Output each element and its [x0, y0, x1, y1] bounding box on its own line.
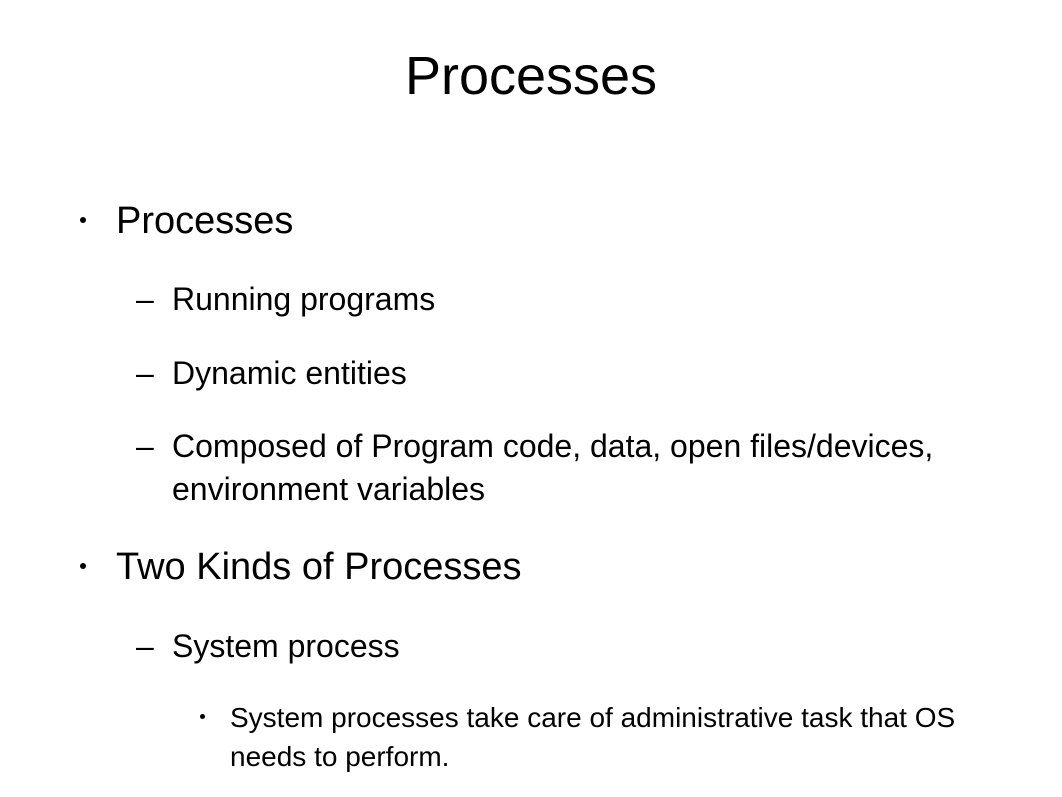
- bullet-level2: System process: [136, 625, 1002, 668]
- sublist: System process System processes take car…: [80, 625, 1002, 777]
- bullet-text: System processes take care of administra…: [230, 702, 955, 772]
- slide-content: Processes Running programs Dynamic entit…: [60, 197, 1002, 776]
- sublist: Running programs Dynamic entities Compos…: [80, 278, 1002, 511]
- bullet-level2: Running programs: [136, 278, 1002, 321]
- bullet-level2: Dynamic entities: [136, 352, 1002, 395]
- bullet-text: Two Kinds of Processes: [116, 546, 522, 588]
- bullet-level1: Processes: [80, 197, 1002, 246]
- bullet-text: Running programs: [172, 281, 435, 317]
- bullet-level3: System processes take care of administra…: [200, 698, 1002, 776]
- slide: Processes Processes Running programs Dyn…: [0, 0, 1062, 797]
- slide-title: Processes: [60, 45, 1002, 107]
- bullet-text: System process: [172, 628, 400, 664]
- bullet-text: Composed of Program code, data, open fil…: [172, 428, 933, 507]
- bullet-text: Processes: [116, 200, 293, 242]
- bullet-level1: Two Kinds of Processes: [80, 543, 1002, 592]
- bullet-text: Dynamic entities: [172, 355, 407, 391]
- bullet-level2: Composed of Program code, data, open fil…: [136, 425, 1002, 511]
